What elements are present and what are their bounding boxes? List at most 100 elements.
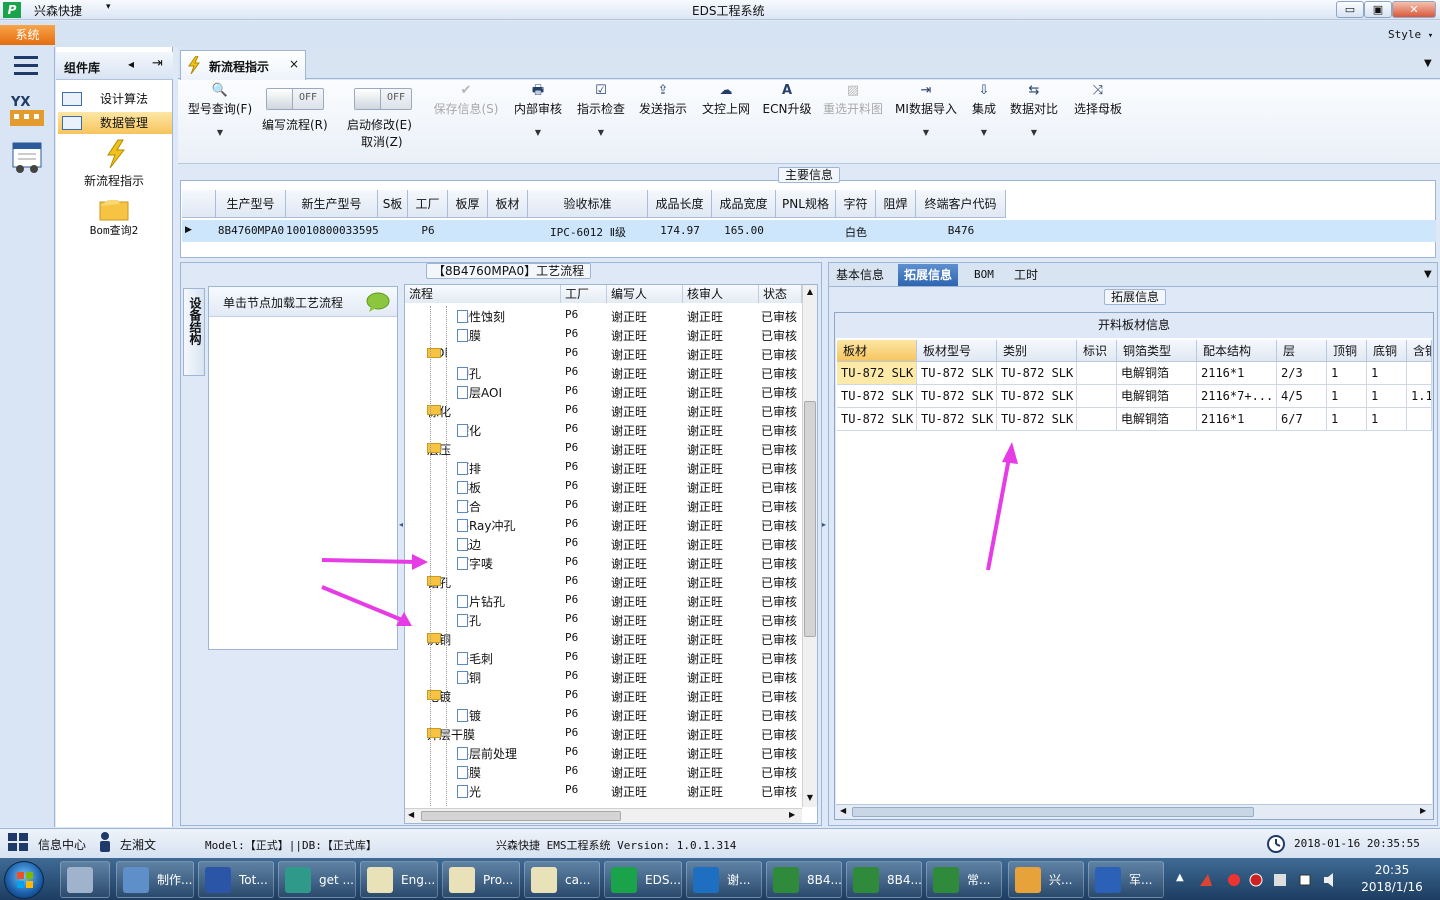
ext-column-header[interactable]: 板材型号 xyxy=(917,340,997,362)
tree-node[interactable]: 预排 xyxy=(457,460,481,477)
ext-cell[interactable]: 1 xyxy=(1327,385,1367,408)
tree-node[interactable]: 退膜 xyxy=(457,327,481,344)
taskbar-item[interactable]: Pro... xyxy=(442,861,520,898)
factory-module-icon[interactable]: YX xyxy=(8,92,46,128)
taskbar-item[interactable]: EDS... xyxy=(604,861,682,898)
tab-new-process[interactable]: 新流程指示 × xyxy=(180,50,306,80)
edit-flow-toggle[interactable]: OFF xyxy=(266,88,324,110)
tree-node[interactable]: 钻孔 xyxy=(457,612,481,629)
taskbar-item[interactable]: 谢... xyxy=(686,861,762,898)
tree-node[interactable]: X-Ray冲孔 xyxy=(457,517,515,534)
save-info-button[interactable]: ✔ 保存信息(S) xyxy=(430,82,502,118)
tree-node[interactable]: 铣边 xyxy=(457,536,481,553)
main-info-column-header[interactable]: S板 xyxy=(378,190,408,218)
side-tab-equipment[interactable]: 设备结构 xyxy=(183,288,205,376)
mi-data-import-button[interactable]: ⇥ MI数据导入 ▼ xyxy=(892,82,960,137)
ext-cell[interactable]: TU-872 SLK xyxy=(917,362,997,385)
main-info-column-header[interactable]: 板厚 xyxy=(448,190,488,218)
main-info-cell[interactable]: 10010800033595 xyxy=(286,224,379,237)
tree-row[interactable]: −棕化P6谢正旺谢正旺已审核 xyxy=(405,401,801,420)
main-info-cell[interactable]: 174.97 xyxy=(648,224,712,237)
scroll-right-arrow-icon[interactable]: ▶ xyxy=(789,810,795,819)
main-info-column-header[interactable]: 成品宽度 xyxy=(712,190,776,218)
main-info-column-header[interactable]: PNL规格 xyxy=(776,190,836,218)
node-hint-header[interactable]: 单击节点加载工艺流程 xyxy=(209,287,397,317)
main-info-cell[interactable]: B476 xyxy=(916,224,1006,237)
main-info-column-header[interactable]: 终端客户代码 xyxy=(916,190,1006,218)
tray-expand-icon[interactable]: ▲ xyxy=(1176,872,1184,883)
tab-work-hours[interactable]: 工时 xyxy=(1008,264,1044,286)
splitter-handle-icon[interactable]: ◂ xyxy=(399,520,403,529)
tree-row[interactable]: 曝光 P6 谢正旺 谢正旺 已审核 xyxy=(405,781,801,800)
ext-cell[interactable]: TU-872 SLK xyxy=(917,385,997,408)
component-item-design-algorithm[interactable]: 设计算法 xyxy=(58,88,172,110)
scroll-left-arrow-icon[interactable]: ◀ xyxy=(408,810,414,819)
tree-node[interactable]: 内层AOI xyxy=(457,384,502,401)
tree-row[interactable]: 板镀 P6 谢正旺 谢正旺 已审核 xyxy=(405,705,801,724)
ext-cell[interactable]: TU-872 SLK xyxy=(837,385,917,408)
taskbar-item[interactable]: 8B4... xyxy=(766,861,842,898)
internal-review-button[interactable]: 🖶 内部审核 ▼ xyxy=(510,82,566,137)
doc-control-online-button[interactable]: ☁ 文控上网 xyxy=(698,82,754,118)
ext-column-header[interactable]: 层 xyxy=(1277,340,1327,362)
ext-cell[interactable]: TU-872 SLK xyxy=(997,385,1077,408)
tree-row[interactable]: 铝片钻孔 P6 谢正旺 谢正旺 已审核 xyxy=(405,591,801,610)
tree-row[interactable]: 打字唛 P6 谢正旺 谢正旺 已审核 xyxy=(405,553,801,572)
maximize-button[interactable]: ▣ xyxy=(1364,1,1392,18)
taskbar-item[interactable]: ca... xyxy=(524,861,600,898)
ecn-upgrade-button[interactable]: A ECN升级 xyxy=(760,82,814,118)
tree-row[interactable]: 去毛刺 P6 谢正旺 谢正旺 已审核 xyxy=(405,648,801,667)
minimize-button[interactable]: ▭ xyxy=(1336,1,1364,18)
tree-column-header[interactable]: 状态 xyxy=(759,285,802,303)
tree-node[interactable]: −外层干膜 xyxy=(427,726,475,743)
ext-cell[interactable]: 电解铜箔 xyxy=(1117,362,1197,385)
taskbar-item[interactable]: 兴... xyxy=(1008,861,1084,898)
splitter-handle-icon[interactable]: ▸ xyxy=(822,520,826,529)
tab-list-chevron-icon[interactable]: ▼ xyxy=(1424,58,1432,69)
scroll-right-arrow-icon[interactable]: ▶ xyxy=(1420,806,1426,815)
taskbar-item[interactable]: 8B4... xyxy=(846,861,922,898)
scroll-thumb[interactable] xyxy=(804,401,816,637)
tree-column-header[interactable]: 核审人 xyxy=(683,285,759,303)
tree-node[interactable]: 板镀 xyxy=(457,707,481,724)
ext-column-header[interactable]: 底铜 xyxy=(1367,340,1407,362)
tree-node[interactable]: 冲孔 xyxy=(457,365,481,382)
calendar-module-icon[interactable] xyxy=(10,140,44,174)
integrate-button[interactable]: ⇩ 集成 ▼ xyxy=(966,82,1002,137)
ext-cell[interactable]: 6/7 xyxy=(1277,408,1327,431)
tree-row[interactable]: −钻孔P6谢正旺谢正旺已审核 xyxy=(405,572,801,591)
taskbar-item[interactable]: 军... xyxy=(1088,861,1164,898)
main-info-cell[interactable]: 白色 xyxy=(836,224,876,240)
tree-node[interactable]: 去毛刺 xyxy=(457,650,493,667)
ext-column-header[interactable]: 配本结构 xyxy=(1197,340,1277,362)
ext-column-header[interactable]: 含铜 xyxy=(1407,340,1432,362)
tree-row[interactable]: 贴膜 P6 谢正旺 谢正旺 已审核 xyxy=(405,762,801,781)
tree-node[interactable]: 沉铜 xyxy=(457,669,481,686)
taskbar-clock[interactable]: 20:35 2018/1/16 xyxy=(1352,862,1432,896)
main-info-column-header[interactable]: 成品长度 xyxy=(648,190,712,218)
scroll-thumb[interactable] xyxy=(852,807,1254,817)
scroll-thumb[interactable] xyxy=(421,811,621,821)
taskbar-item[interactable]: Eng... xyxy=(360,861,438,898)
ext-cell[interactable]: 电解铜箔 xyxy=(1117,408,1197,431)
main-info-cell[interactable]: 8B4760MPA0 xyxy=(216,224,286,237)
taskbar-item[interactable] xyxy=(60,861,110,898)
tree-node[interactable]: 压合 xyxy=(457,498,481,515)
scroll-up-arrow-icon[interactable]: ▲ xyxy=(803,287,817,296)
taskbar-item[interactable]: get ... xyxy=(278,861,356,898)
ext-cell[interactable]: 1 xyxy=(1367,362,1407,385)
tree-column-header[interactable]: 工厂 xyxy=(561,285,607,303)
info-center-link[interactable]: 信息中心 xyxy=(38,836,86,853)
scroll-left-arrow-icon[interactable]: ◀ xyxy=(840,806,846,815)
main-info-column-header[interactable]: 板材 xyxy=(488,190,528,218)
system-menu-tab[interactable]: 系统 xyxy=(0,25,55,45)
style-menu[interactable]: Style ▾ xyxy=(1388,28,1433,41)
ext-column-header[interactable]: 类别 xyxy=(997,340,1077,362)
tree-row[interactable]: 退膜 P6 谢正旺 谢正旺 已审核 xyxy=(405,325,801,344)
tree-vertical-scrollbar[interactable]: ▲ ▼ xyxy=(802,285,817,807)
ext-column-header[interactable]: 标识 xyxy=(1077,340,1117,362)
ext-cell[interactable]: 1 xyxy=(1327,362,1367,385)
tree-row[interactable]: 冲孔 P6 谢正旺 谢正旺 已审核 xyxy=(405,363,801,382)
tree-row[interactable]: 钻孔 P6 谢正旺 谢正旺 已审核 xyxy=(405,610,801,629)
instruction-check-button[interactable]: ☑ 指示检查 ▼ xyxy=(574,82,628,137)
